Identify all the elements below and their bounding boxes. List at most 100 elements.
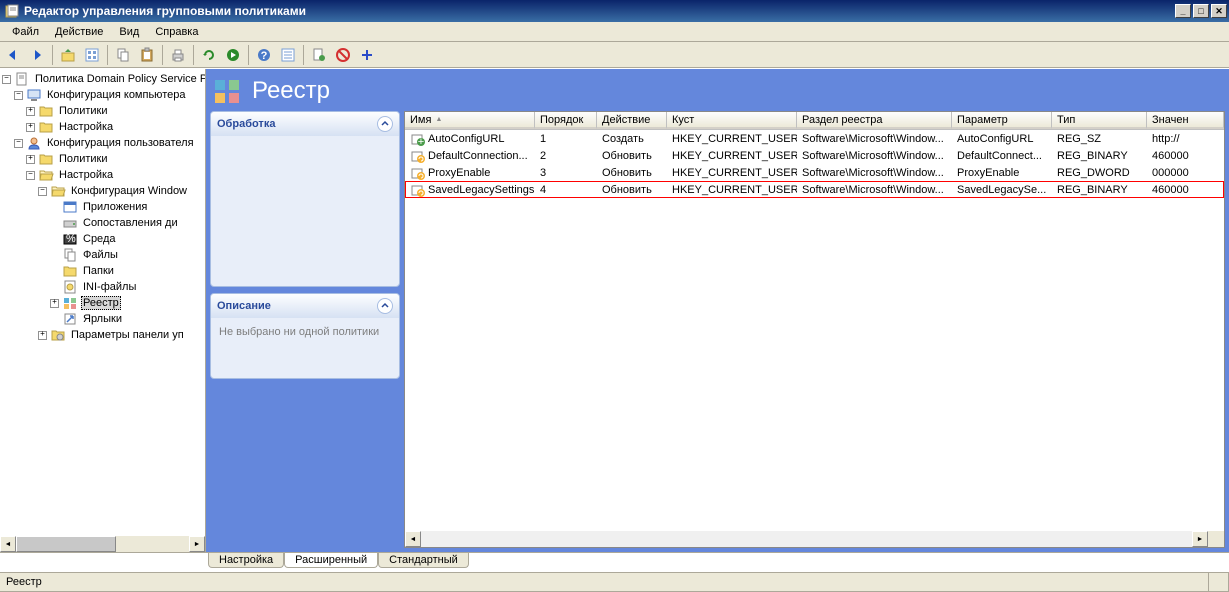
- tree-registry[interactable]: + Реестр: [0, 295, 205, 311]
- list-row[interactable]: DefaultConnection...2ОбновитьHKEY_CURREN…: [405, 147, 1224, 164]
- paste-button[interactable]: [136, 44, 158, 66]
- collapse-button[interactable]: [377, 116, 393, 132]
- user-icon: [26, 135, 42, 151]
- tab-settings[interactable]: Настройка: [208, 553, 284, 568]
- tree-windows-config[interactable]: − Конфигурация Window: [0, 183, 205, 199]
- menu-action[interactable]: Действие: [47, 24, 111, 40]
- disable-button[interactable]: [332, 44, 354, 66]
- tree-user-settings[interactable]: − Настройка: [0, 167, 205, 183]
- col-type[interactable]: Тип: [1052, 112, 1147, 129]
- col-action[interactable]: Действие: [597, 112, 667, 129]
- tree-ini[interactable]: INI-файлы: [0, 279, 205, 295]
- svg-text:%: %: [66, 233, 76, 245]
- title-bar: Редактор управления групповыми политикам…: [0, 0, 1229, 22]
- cell-name: DefaultConnection...: [428, 150, 528, 162]
- tree-shortcuts[interactable]: Ярлыки: [0, 311, 205, 327]
- menu-help[interactable]: Справка: [147, 24, 206, 40]
- stop-button[interactable]: [222, 44, 244, 66]
- folder-icon: [38, 103, 54, 119]
- registry-item-icon: +: [410, 131, 426, 147]
- menu-file[interactable]: Файл: [4, 24, 47, 40]
- scroll-right-icon[interactable]: ►: [189, 536, 205, 552]
- list-row[interactable]: SavedLegacySettings4ОбновитьHKEY_CURRENT…: [405, 181, 1224, 198]
- cell-key: Software\Microsoft\Window...: [797, 133, 952, 145]
- folder-icon: [38, 151, 54, 167]
- cell-name: ProxyEnable: [428, 167, 490, 179]
- tree-comp-settings[interactable]: + Настройка: [0, 119, 205, 135]
- scroll-left-icon[interactable]: ◄: [0, 536, 16, 552]
- col-value[interactable]: Значен: [1147, 112, 1224, 129]
- scroll-thumb[interactable]: [16, 536, 116, 552]
- tree-files[interactable]: Файлы: [0, 247, 205, 263]
- tree-scrollbar[interactable]: ◄ ►: [0, 536, 205, 552]
- help-button[interactable]: ?: [253, 44, 275, 66]
- description-title: Описание: [217, 300, 271, 312]
- collapse-button[interactable]: [377, 298, 393, 314]
- status-text: Реестр: [0, 573, 1209, 592]
- toolbar-separator: [303, 45, 304, 65]
- filter-button[interactable]: [308, 44, 330, 66]
- tab-standard[interactable]: Стандартный: [378, 553, 469, 568]
- list-view: Имя▲ Порядок Действие Куст Раздел реестр…: [404, 111, 1225, 548]
- tree-env[interactable]: % Среда: [0, 231, 205, 247]
- cell-hive: HKEY_CURRENT_USER: [667, 150, 797, 162]
- tree-ctrl-panel[interactable]: + Параметры панели уп: [0, 327, 205, 343]
- content-panel: Реестр Обработка Описание: [206, 69, 1229, 552]
- col-hive[interactable]: Куст: [667, 112, 797, 129]
- col-param[interactable]: Параметр: [952, 112, 1052, 129]
- forward-button[interactable]: [26, 44, 48, 66]
- list-row[interactable]: ProxyEnable3ОбновитьHKEY_CURRENT_USERSof…: [405, 164, 1224, 181]
- scroll-right-icon[interactable]: ►: [1192, 531, 1208, 547]
- col-name[interactable]: Имя▲: [405, 112, 535, 129]
- tree-user-policies[interactable]: + Политики: [0, 151, 205, 167]
- cell-order: 3: [535, 167, 597, 179]
- bottom-tabs: Настройка Расширенный Стандартный: [0, 552, 1229, 572]
- back-button[interactable]: [2, 44, 24, 66]
- minimize-button[interactable]: _: [1175, 4, 1191, 18]
- toolbar-separator: [248, 45, 249, 65]
- list-scrollbar[interactable]: ◄ ►: [405, 531, 1224, 547]
- col-key[interactable]: Раздел реестра: [797, 112, 952, 129]
- sort-asc-icon: ▲: [435, 116, 442, 123]
- list-row[interactable]: +AutoConfigURL1СоздатьHKEY_CURRENT_USERS…: [405, 130, 1224, 147]
- registry-header-icon: [212, 75, 244, 107]
- toolbar-separator: [193, 45, 194, 65]
- menu-view[interactable]: Вид: [111, 24, 147, 40]
- tree-drive-maps[interactable]: Сопоставления ди: [0, 215, 205, 231]
- maximize-button[interactable]: □: [1193, 4, 1209, 18]
- processing-panel: Обработка: [210, 111, 400, 287]
- tree-comp-policies[interactable]: + Политики: [0, 103, 205, 119]
- tree-apps[interactable]: Приложения: [0, 199, 205, 215]
- status-bar: Реестр: [0, 572, 1229, 592]
- properties-button[interactable]: [277, 44, 299, 66]
- svg-text:?: ?: [261, 50, 268, 62]
- folder-open-icon: [38, 167, 54, 183]
- new-button[interactable]: [356, 44, 378, 66]
- list-icons-button[interactable]: [81, 44, 103, 66]
- drive-icon: [62, 215, 78, 231]
- tree[interactable]: − Политика Domain Policy Service Pl − Ко…: [0, 69, 205, 345]
- content-title: Реестр: [252, 77, 330, 105]
- tab-extended[interactable]: Расширенный: [284, 553, 378, 568]
- cell-value: http://: [1147, 133, 1224, 145]
- close-button[interactable]: ✕: [1211, 4, 1227, 18]
- tree-folders[interactable]: Папки: [0, 263, 205, 279]
- tree-computer-config[interactable]: − Конфигурация компьютера: [0, 87, 205, 103]
- list-body[interactable]: +AutoConfigURL1СоздатьHKEY_CURRENT_USERS…: [405, 130, 1224, 531]
- scroll-track[interactable]: [421, 531, 1192, 547]
- refresh-button[interactable]: [198, 44, 220, 66]
- window-title: Редактор управления групповыми политикам…: [24, 4, 1173, 18]
- up-button[interactable]: [57, 44, 79, 66]
- toolbar: ?: [0, 42, 1229, 68]
- tree-user-config[interactable]: − Конфигурация пользователя: [0, 135, 205, 151]
- tree-root[interactable]: − Политика Domain Policy Service Pl: [0, 71, 205, 87]
- toolbar-separator: [52, 45, 53, 65]
- col-order[interactable]: Порядок: [535, 112, 597, 129]
- files-icon: [62, 247, 78, 263]
- shortcut-icon: [62, 311, 78, 327]
- description-text: Не выбрано ни одной политики: [211, 318, 399, 378]
- cell-action: Обновить: [597, 167, 667, 179]
- copy-button[interactable]: [112, 44, 134, 66]
- scroll-left-icon[interactable]: ◄: [405, 531, 421, 547]
- print-button[interactable]: [167, 44, 189, 66]
